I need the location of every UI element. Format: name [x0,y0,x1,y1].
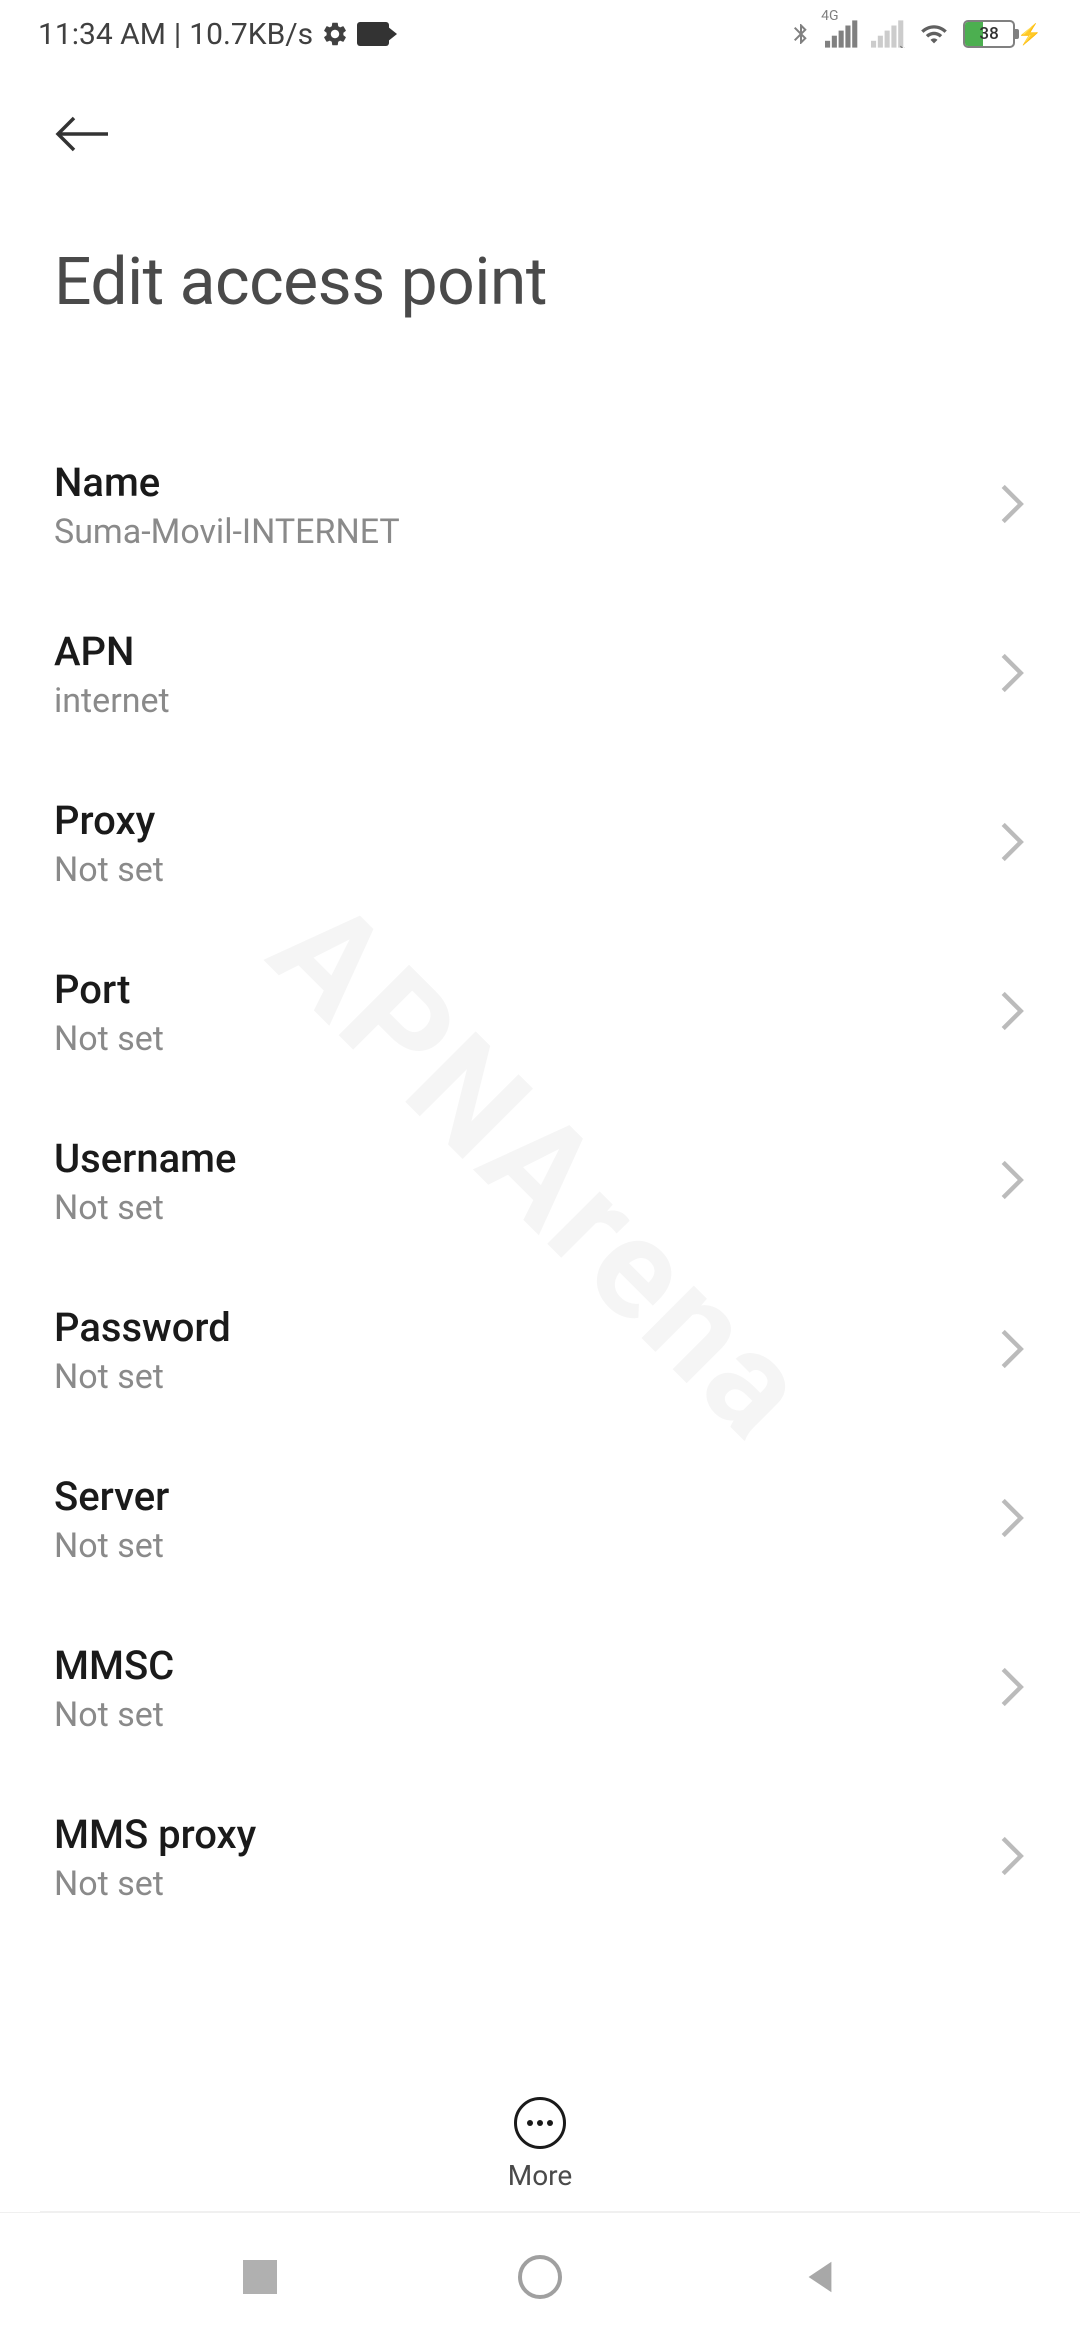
setting-row-mms-proxy[interactable]: MMS proxy Not set [0,1773,1080,1942]
chevron-right-icon [998,1665,1026,1713]
status-data-speed: 10.7KB/s [189,17,313,52]
settings-list: Name Suma-Movil-INTERNET APN internet Pr… [0,421,1080,1942]
svg-text:✕: ✕ [898,42,905,48]
setting-value: Not set [54,1526,998,1566]
charging-icon: ⚡ [1017,22,1042,46]
setting-label: Password [54,1304,998,1351]
bluetooth-icon [789,18,813,50]
chevron-right-icon [998,820,1026,868]
setting-value: Not set [54,1019,998,1059]
more-icon [514,2097,566,2149]
battery-indicator: 38 ⚡ [963,20,1042,48]
setting-value: Suma-Movil-INTERNET [54,512,998,552]
more-button[interactable]: More [508,2097,573,2192]
setting-row-name[interactable]: Name Suma-Movil-INTERNET [0,421,1080,590]
gear-icon [321,20,349,48]
setting-label: Proxy [54,797,998,844]
chevron-right-icon [998,1496,1026,1544]
setting-label: Port [54,966,998,1013]
wifi-icon [917,20,951,48]
status-time: 11:34 AM [38,17,166,52]
setting-row-port[interactable]: Port Not set [0,928,1080,1097]
chevron-right-icon [998,1327,1026,1375]
setting-row-username[interactable]: Username Not set [0,1097,1080,1266]
status-bar: 11:34 AM | 10.7KB/s 4G ✕ [0,0,1080,68]
camera-icon [357,22,389,46]
signal-icon-2: ✕ [871,20,905,48]
chevron-right-icon [998,482,1026,530]
setting-row-proxy[interactable]: Proxy Not set [0,759,1080,928]
signal-icon-1: 4G [825,20,859,48]
setting-value: Not set [54,1188,998,1228]
nav-recent-button[interactable] [235,2252,285,2302]
bottom-toolbar: More [0,2077,1080,2212]
setting-label: Username [54,1135,998,1182]
setting-value: Not set [54,1357,998,1397]
setting-value: Not set [54,1864,998,1904]
setting-value: Not set [54,850,998,890]
setting-label: MMSC [54,1642,998,1689]
page-title: Edit access point [54,244,1026,321]
setting-label: MMS proxy [54,1811,998,1858]
setting-row-password[interactable]: Password Not set [0,1266,1080,1435]
nav-home-button[interactable] [515,2252,565,2302]
setting-value: Not set [54,1695,998,1735]
circle-icon [518,2255,562,2299]
triangle-icon [801,2258,839,2296]
setting-row-server[interactable]: Server Not set [0,1435,1080,1604]
setting-value: internet [54,681,998,721]
square-icon [243,2260,277,2294]
chevron-right-icon [998,989,1026,1037]
setting-label: Server [54,1473,998,1520]
setting-label: Name [54,459,998,506]
nav-back-button[interactable] [795,2252,845,2302]
chevron-right-icon [998,1834,1026,1882]
more-label: More [508,2159,573,2192]
setting-row-mmsc[interactable]: MMSC Not set [0,1604,1080,1773]
setting-label: APN [54,628,998,675]
chevron-right-icon [998,651,1026,699]
nav-bar [0,2212,1080,2340]
chevron-right-icon [998,1158,1026,1206]
setting-row-apn[interactable]: APN internet [0,590,1080,759]
status-separator: | [174,17,181,52]
back-button[interactable] [54,104,114,164]
